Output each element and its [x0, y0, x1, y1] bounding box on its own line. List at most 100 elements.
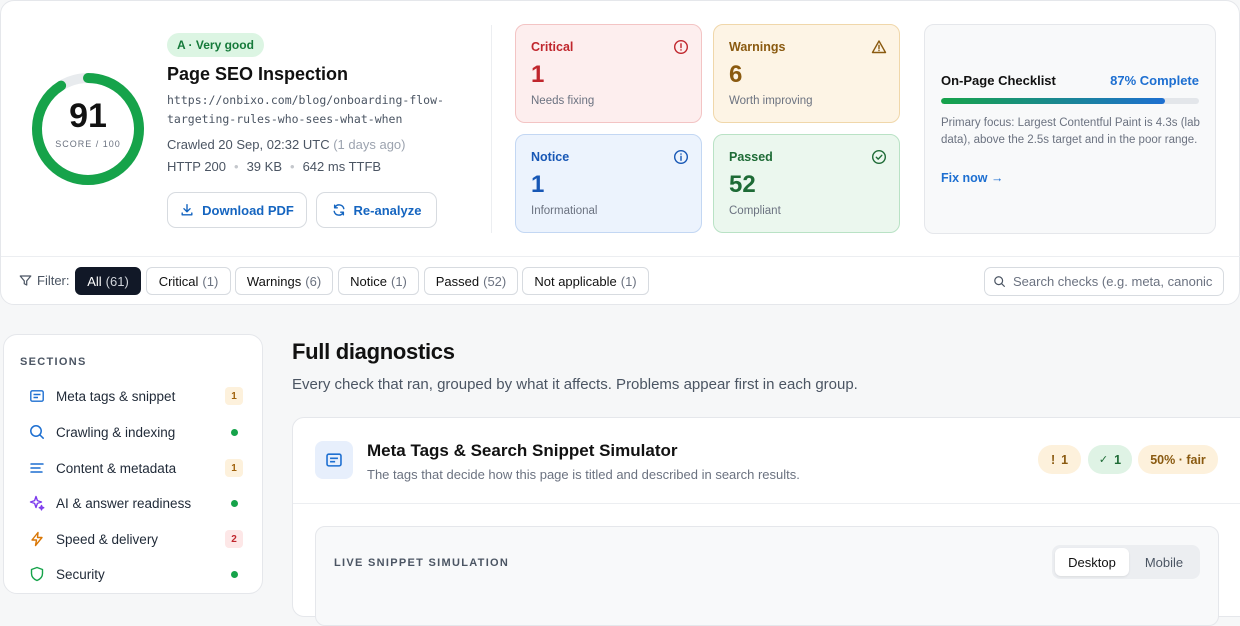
ttfb: 642 ms TTFB	[302, 159, 382, 174]
exclamation-icon: !	[1050, 452, 1056, 467]
score-value: 91	[69, 97, 107, 135]
page-title: Page SEO Inspection	[167, 64, 349, 84]
filter-chip-all[interactable]: All (61)	[75, 267, 141, 295]
page-url[interactable]: https://onbixo.com/blog/onboarding-flow-…	[167, 91, 467, 129]
stat-critical-desc: Needs fixing	[531, 95, 595, 107]
http-status: HTTP 200	[167, 159, 227, 174]
on-page-checklist: On-Page Checklist 87% Complete Primary f…	[924, 24, 1216, 234]
meta-tags-group-card: Meta Tags & Search Snippet Simulator The…	[292, 417, 1240, 626]
divider	[1, 256, 1240, 257]
stat-notice-value: 1	[531, 171, 545, 198]
filter-chip-not-applicable[interactable]: Not applicable (1)	[522, 267, 649, 295]
passed-count: 1	[1114, 452, 1122, 467]
stat-warnings-value: 6	[729, 61, 743, 88]
chip-label: Warnings	[246, 273, 302, 289]
stat-critical[interactable]: Critical 1 Needs fixing	[515, 24, 702, 123]
section-subtitle: Every check that ran, grouped by what it…	[292, 376, 858, 393]
checklist-percent: 87% Complete	[1110, 73, 1199, 88]
alert-circle-icon	[673, 39, 689, 55]
sidebar-item-content[interactable]: Content & metadata 1	[28, 454, 243, 482]
issue-count-badge: 1	[225, 459, 243, 477]
search-input[interactable]	[1013, 274, 1213, 289]
stat-notice-desc: Informational	[531, 205, 598, 217]
section-title: Full diagnostics	[292, 339, 455, 364]
divider	[491, 25, 492, 233]
device-mobile-tab[interactable]: Mobile	[1132, 548, 1196, 576]
filter-label: Filter:	[19, 273, 70, 288]
chip-label: Critical	[158, 273, 199, 289]
crawl-ago: (1 days ago)	[333, 137, 406, 152]
card-icon	[28, 387, 46, 405]
chip-label: All	[87, 273, 102, 289]
stat-passed[interactable]: Passed 52 Compliant	[713, 134, 900, 233]
issue-count-badge: 1	[225, 387, 243, 405]
sidebar-item-crawling[interactable]: Crawling & indexing	[28, 418, 243, 446]
reanalyze-button[interactable]: Re-analyze	[316, 192, 437, 228]
checklist-title: On-Page Checklist	[941, 73, 1056, 88]
sidebar-item-speed[interactable]: Speed & delivery 2	[28, 525, 243, 553]
fix-now-link[interactable]: Fix now →	[941, 171, 1004, 185]
response-meta: HTTP 200 • 39 KB • 642 ms TTFB	[167, 159, 381, 174]
search-checks[interactable]	[984, 267, 1224, 296]
info-icon	[673, 149, 689, 165]
lightning-icon	[28, 530, 46, 548]
chip-label: Not applicable	[534, 273, 617, 289]
reanalyze-label: Re-analyze	[353, 202, 422, 218]
download-pdf-button[interactable]: Download PDF	[167, 192, 307, 228]
separator-dot: •	[290, 159, 295, 174]
text-lines-icon	[28, 459, 46, 477]
sidebar-item-label: Meta tags & snippet	[56, 388, 176, 404]
stat-passed-label: Passed	[729, 150, 773, 164]
sidebar-heading: SECTIONS	[20, 356, 87, 368]
inspection-summary-card: 91 SCORE / 100 A · Very good Page SEO In…	[0, 0, 1240, 305]
chip-count: (52)	[483, 273, 507, 289]
chip-count: (61)	[105, 273, 129, 289]
sidebar-item-label: Crawling & indexing	[56, 424, 176, 440]
crawl-date: Crawled 20 Sep, 02:32 UTC	[167, 137, 330, 152]
group-title: Meta Tags & Search Snippet Simulator	[367, 441, 678, 460]
card-icon	[315, 441, 353, 479]
stat-critical-label: Critical	[531, 40, 574, 54]
stat-warnings[interactable]: Warnings 6 Worth improving	[713, 24, 900, 123]
issue-count-badge: 2	[225, 530, 243, 548]
sidebar-item-ai-readiness[interactable]: AI & answer readiness	[28, 489, 243, 517]
filter-chip-critical[interactable]: Critical (1)	[146, 267, 231, 295]
filter-chip-warnings[interactable]: Warnings (6)	[235, 267, 333, 295]
chip-count: (1)	[202, 273, 219, 289]
grade-badge: A · Very good	[167, 33, 264, 57]
checklist-progress-bar	[941, 98, 1199, 104]
stat-notice-label: Notice	[531, 150, 570, 164]
separator-dot: •	[234, 159, 239, 174]
divider	[293, 503, 1240, 504]
status-ok-dot	[231, 570, 238, 578]
status-ok-dot	[231, 428, 238, 436]
filter-label-text: Filter:	[37, 273, 70, 288]
filter-chip-passed[interactable]: Passed (52)	[424, 267, 518, 295]
search-icon	[994, 276, 1005, 287]
sparkle-icon	[28, 494, 46, 512]
stat-warnings-desc: Worth improving	[729, 95, 813, 107]
simulation-heading: LIVE SNIPPET SIMULATION	[334, 557, 510, 569]
device-desktop-tab[interactable]: Desktop	[1055, 548, 1129, 576]
checklist-progress-fill	[941, 98, 1166, 104]
sidebar-item-label: Speed & delivery	[56, 531, 159, 547]
sidebar-item-meta-tags[interactable]: Meta tags & snippet 1	[28, 382, 243, 410]
shield-icon	[28, 565, 46, 583]
page-size: 39 KB	[246, 159, 282, 174]
stat-critical-value: 1	[531, 61, 545, 88]
chip-label: Notice	[350, 273, 387, 289]
refresh-icon	[333, 204, 345, 216]
passed-count-pill: ✓ 1	[1088, 445, 1132, 474]
check-circle-icon	[871, 149, 887, 165]
download-pdf-label: Download PDF	[202, 202, 294, 218]
warning-count-pill: ! 1	[1038, 445, 1081, 474]
chip-count: (1)	[620, 273, 637, 289]
stat-notice[interactable]: Notice 1 Informational	[515, 134, 702, 233]
sidebar-item-security[interactable]: Security	[28, 560, 243, 588]
warning-triangle-icon	[871, 40, 887, 54]
sections-sidebar: SECTIONS Meta tags & snippet 1 Crawling …	[3, 334, 263, 594]
filter-chip-notice[interactable]: Notice (1)	[338, 267, 419, 295]
stat-warnings-label: Warnings	[729, 40, 786, 54]
group-score-pill: 50% · fair	[1138, 445, 1218, 474]
download-icon	[181, 204, 193, 216]
